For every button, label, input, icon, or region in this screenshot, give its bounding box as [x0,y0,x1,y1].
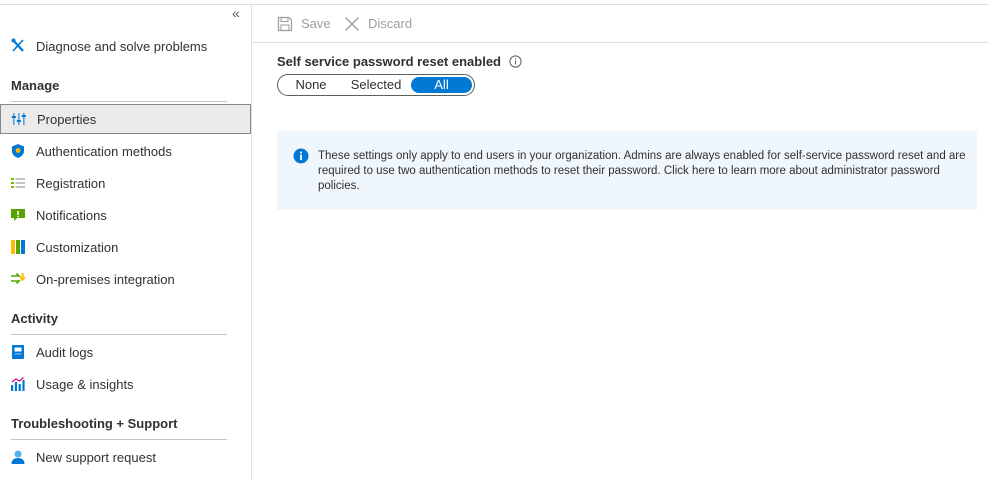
close-icon [344,16,360,32]
sidebar-item-label: Notifications [36,207,107,223]
sidebar-item-label: Customization [36,239,119,255]
sidebar-item-label: Diagnose and solve problems [36,38,208,54]
sspr-label-text: Self service password reset enabled [277,54,501,69]
sidebar-item-on-premises-integration[interactable]: On-premises integration [0,264,251,294]
save-button[interactable]: Save [277,5,331,42]
section-title-troubleshooting-support: Troubleshooting + Support [11,416,178,431]
wrench-icon [10,38,26,54]
toggle-option-selected[interactable]: Selected [342,77,410,93]
properties-icon [11,111,27,127]
command-bar: Save Discard [252,5,989,43]
sidebar-item-label: Audit logs [36,344,94,360]
sidebar-item-usage-insights[interactable]: Usage & insights [0,369,251,399]
section-divider [11,334,227,335]
notification-icon [10,207,26,223]
sspr-field-label: Self service password reset enabled [277,54,522,69]
sidebar-item-label: Registration [36,175,106,191]
section-title-activity: Activity [11,311,58,326]
book-icon [10,344,26,360]
save-label: Save [301,16,331,31]
sidebar-item-label: Properties [37,111,97,127]
toggle-option-none[interactable]: None [288,77,334,93]
chart-icon [10,376,26,392]
shield-icon [10,143,26,159]
section-divider [11,101,227,102]
sidebar-item-properties[interactable]: Properties [0,104,251,134]
person-icon [10,449,26,465]
discard-button[interactable]: Discard [344,5,412,42]
info-banner[interactable]: These settings only apply to end users i… [277,131,977,210]
sidebar-item-new-support-request[interactable]: New support request [0,442,251,472]
collapse-sidebar-button[interactable]: « [232,5,240,21]
customization-icon [10,239,26,255]
section-divider [11,439,227,440]
discard-label: Discard [368,16,413,31]
sync-icon [10,271,26,287]
section-title-manage: Manage [11,78,60,93]
sidebar-item-label: Authentication methods [36,143,172,159]
toggle-option-all[interactable]: All [411,77,472,93]
list-icon [10,175,26,191]
sidebar-item-registration[interactable]: Registration [0,168,251,198]
info-filled-icon [293,148,309,167]
sidebar-item-audit-logs[interactable]: Audit logs [0,337,251,367]
sidebar-item-notifications[interactable]: Notifications [0,200,251,230]
sidebar-item-label: On-premises integration [36,271,175,287]
sidebar-item-label: New support request [36,449,156,465]
info-icon[interactable] [509,55,522,68]
sidebar-item-label: Usage & insights [36,376,134,392]
sidebar-item-diagnose[interactable]: Diagnose and solve problems [0,31,251,61]
sidebar-item-authentication-methods[interactable]: Authentication methods [0,136,251,166]
info-banner-text: These settings only apply to end users i… [318,150,966,192]
sidebar-item-customization[interactable]: Customization [0,232,251,262]
sspr-toggle: None Selected All [277,74,475,96]
save-icon [277,16,293,32]
